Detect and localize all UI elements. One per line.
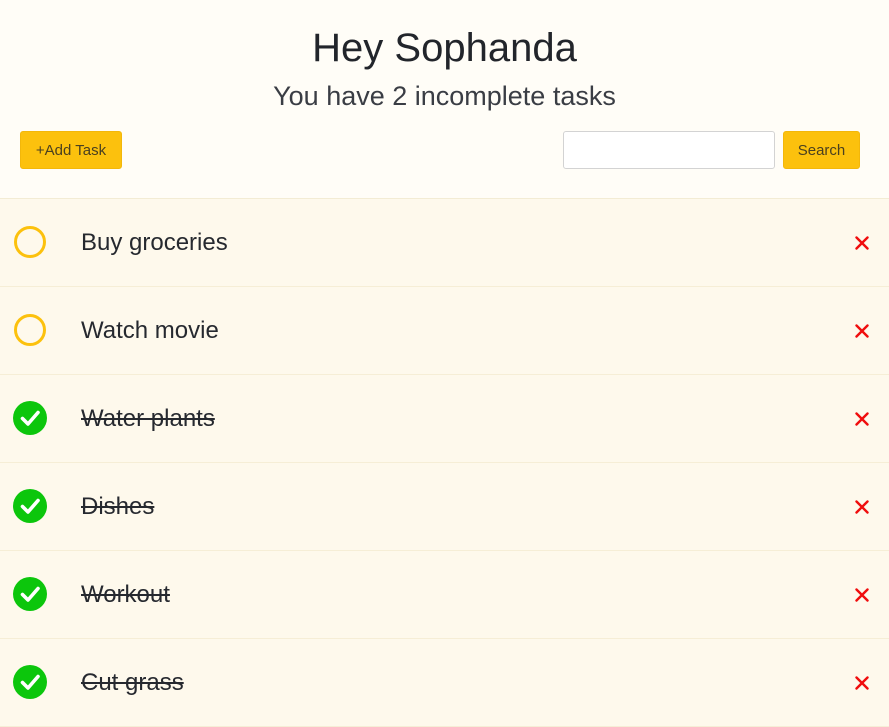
task-label: Dishes: [81, 493, 155, 520]
delete-task-button[interactable]: [850, 231, 874, 255]
incomplete-task-summary: You have 2 incomplete tasks: [273, 81, 616, 111]
search-button[interactable]: Search: [783, 131, 860, 169]
check-circle-icon[interactable]: [13, 665, 47, 699]
task-label: Workout: [81, 581, 170, 608]
task-label: Buy groceries: [81, 229, 228, 256]
delete-task-button[interactable]: [850, 319, 874, 343]
search-input[interactable]: [563, 131, 775, 169]
task-row: Buy groceries: [0, 199, 889, 287]
circle-outline-icon[interactable]: [13, 225, 47, 259]
task-row: Cut grass: [0, 639, 889, 727]
check-circle-icon[interactable]: [13, 577, 47, 611]
delete-task-button[interactable]: [850, 495, 874, 519]
add-task-button[interactable]: +Add Task: [20, 131, 122, 169]
delete-task-button[interactable]: [850, 407, 874, 431]
page-title: Hey Sophanda: [312, 26, 577, 70]
close-icon: [855, 676, 869, 690]
close-icon: [855, 412, 869, 426]
close-icon: [855, 236, 869, 250]
delete-task-button[interactable]: [850, 583, 874, 607]
task-label: Watch movie: [81, 317, 219, 344]
header: Hey Sophanda You have 2 incomplete tasks…: [0, 0, 889, 199]
task-label: Cut grass: [81, 669, 184, 696]
close-icon: [855, 500, 869, 514]
check-circle-icon[interactable]: [13, 489, 47, 523]
close-icon: [855, 324, 869, 338]
circle-outline-icon[interactable]: [13, 313, 47, 347]
task-row: Water plants: [0, 375, 889, 463]
task-row: Dishes: [0, 463, 889, 551]
task-label: Water plants: [81, 405, 215, 432]
delete-task-button[interactable]: [850, 671, 874, 695]
task-row: Watch movie: [0, 287, 889, 375]
close-icon: [855, 588, 869, 602]
check-circle-icon[interactable]: [13, 401, 47, 435]
task-row: Workout: [0, 551, 889, 639]
task-list: Buy groceries Watch movie Water plants D…: [0, 199, 889, 727]
